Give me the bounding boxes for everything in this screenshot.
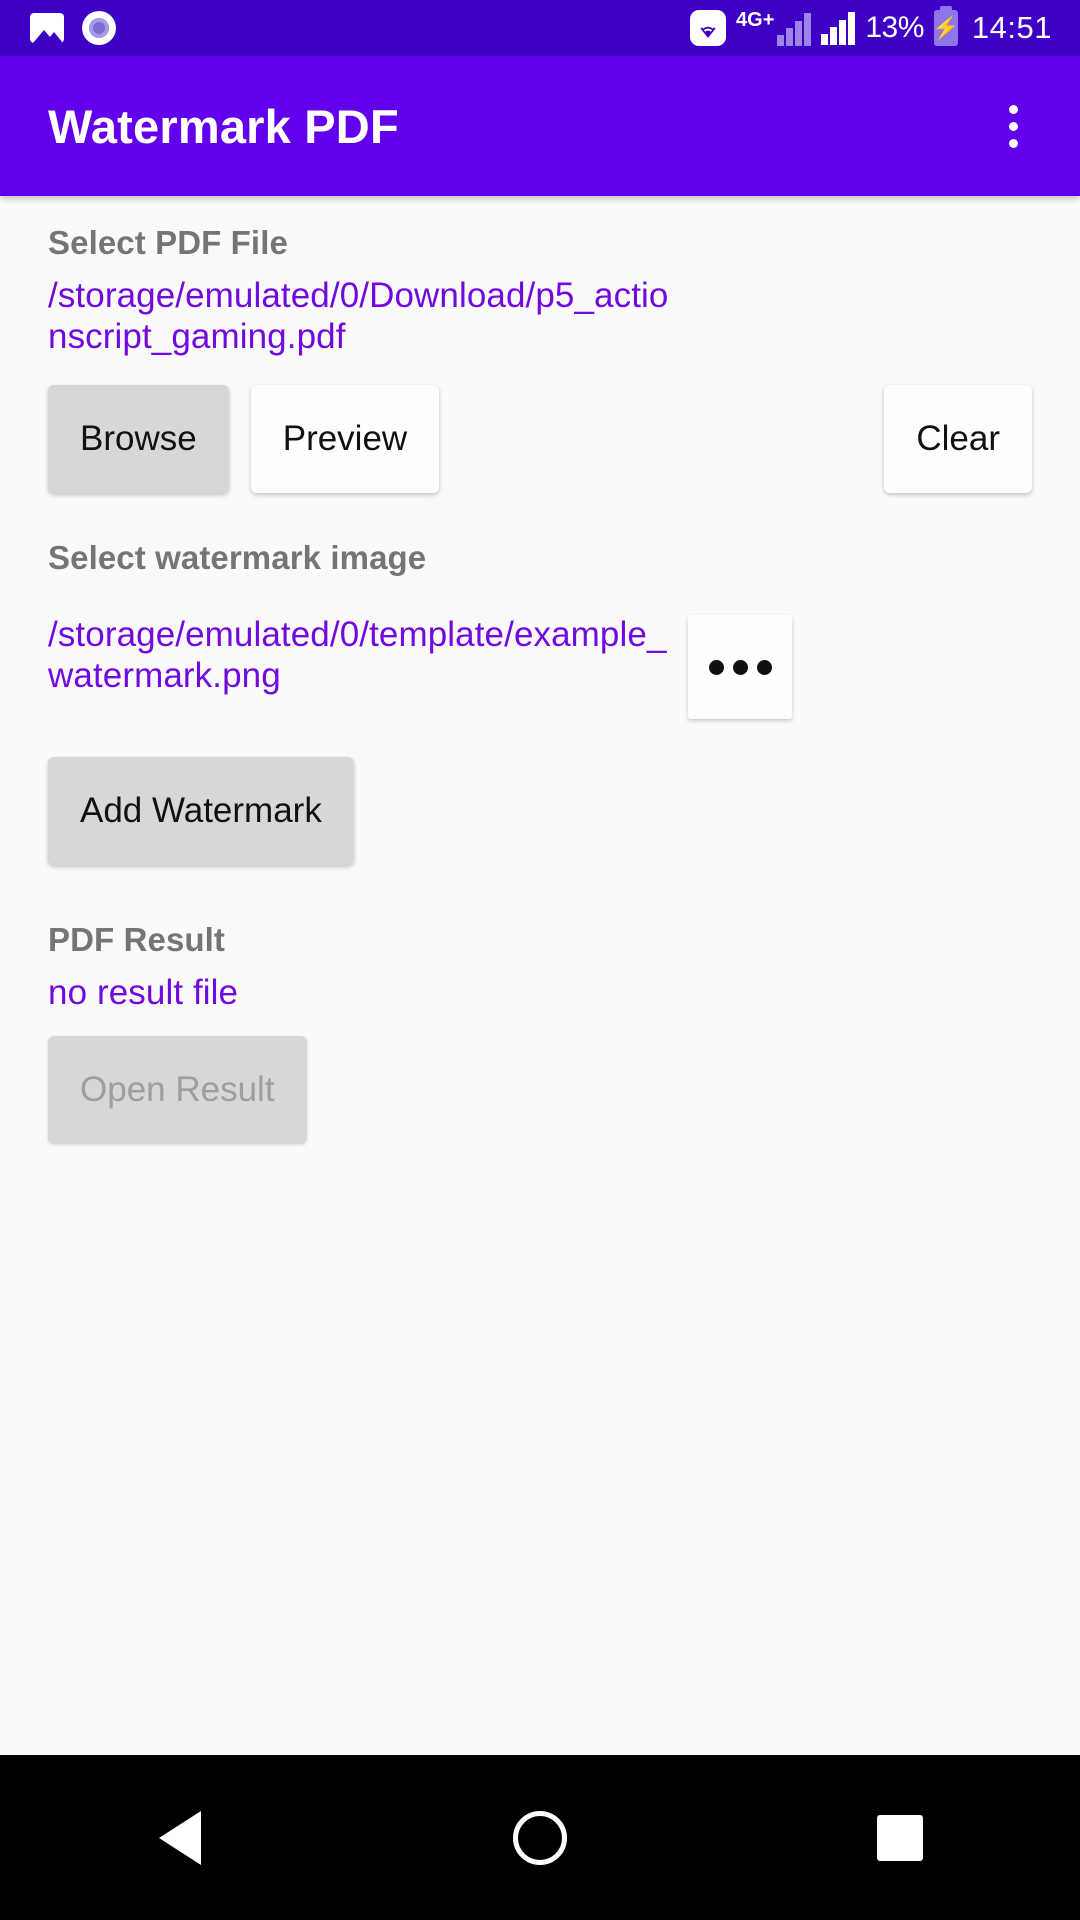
select-pdf-label: Select PDF File [48, 224, 288, 261]
more-vertical-icon[interactable] [995, 95, 1032, 158]
battery-percent-label: 13% [865, 11, 924, 44]
network-type-label: 4G+ [736, 9, 775, 31]
watermark-browse-button[interactable] [688, 615, 792, 720]
watermark-action-buttons: Add Watermark [48, 757, 1032, 866]
back-icon[interactable] [80, 1755, 280, 1920]
mobile-network-indicator: 4G+ [736, 9, 812, 46]
preview-button[interactable]: Preview [250, 385, 440, 494]
pdf-result-value: no result file [48, 973, 239, 1013]
battery-charging-icon: ⚡ [932, 6, 960, 46]
pdf-path-text: /storage/emulated/0/Download/p5_actionsc… [48, 276, 669, 356]
home-icon[interactable] [440, 1755, 640, 1920]
select-watermark-label: Select watermark image [48, 539, 427, 577]
open-result-button[interactable]: Open Result [48, 1035, 307, 1144]
watermark-path-text: /storage/emulated/0/template/example_wat… [48, 615, 667, 695]
app-bar: Watermark PDF [0, 56, 1080, 196]
pdf-action-buttons: Browse Preview Clear [48, 385, 1032, 494]
page-title: Watermark PDF [48, 99, 399, 153]
android-screen: 4G+ 13% ⚡ 14:51 Watermark PDF Select PDF… [0, 0, 1080, 1920]
status-bar-clock: 14:51 [971, 10, 1052, 45]
main-content: Select PDF File /storage/emulated/0/Down… [0, 196, 1080, 1755]
pdf-result-label: PDF Result [48, 921, 226, 959]
photo-icon [30, 13, 64, 43]
status-bar-left-icons [16, 11, 116, 45]
recents-icon[interactable] [800, 1755, 1000, 1920]
browse-button[interactable]: Browse [48, 385, 229, 494]
wifi-icon [690, 10, 727, 46]
result-action-buttons: Open Result [48, 1035, 1032, 1144]
add-watermark-button[interactable]: Add Watermark [48, 757, 354, 866]
screen-record-icon [82, 11, 116, 45]
watermark-path-row: /storage/emulated/0/template/example_wat… [48, 615, 1032, 720]
navigation-bar [0, 1755, 1080, 1920]
signal-bars-icon [777, 12, 812, 46]
status-bar-right-icons: 4G+ 13% ⚡ 14:51 [690, 6, 1064, 46]
signal-bars-icon-2 [821, 11, 856, 45]
status-bar: 4G+ 13% ⚡ 14:51 [0, 0, 1080, 56]
clear-button[interactable]: Clear [884, 385, 1032, 494]
